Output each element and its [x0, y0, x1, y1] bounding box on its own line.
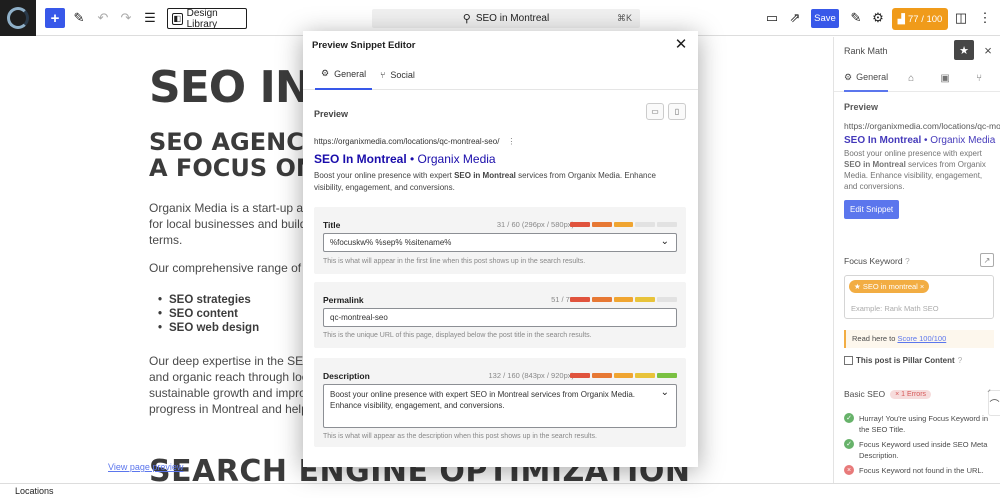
title-length-meter: [570, 222, 677, 227]
meter-segment: [657, 297, 677, 302]
title-field-label: Title: [323, 220, 341, 230]
meter-segment: [570, 297, 590, 302]
meter-segment: [657, 222, 677, 227]
snippet-description: Boost your online presence with expert S…: [314, 170, 684, 194]
meter-segment: [591, 222, 612, 227]
seo-tools-icon[interactable]: ⚙: [869, 8, 887, 28]
mobile-preview-icon[interactable]: ▯: [668, 103, 686, 120]
permalink-input[interactable]: qc-montreal-seo: [323, 308, 677, 327]
modal-title: Preview Snippet Editor: [312, 40, 416, 51]
title-input[interactable]: %focuskw% %sep% %sitename% ⌄: [323, 233, 677, 252]
edit-page-icon[interactable]: ✎: [847, 8, 865, 28]
document-overview-icon[interactable]: ☰: [142, 8, 158, 28]
tab-general-label: General: [334, 68, 367, 79]
meter-segment: [613, 222, 634, 227]
share-icon: ⑂: [380, 69, 386, 80]
block-inserter-button[interactable]: +: [45, 8, 65, 28]
meter-segment: [635, 222, 656, 227]
redo-icon[interactable]: ↷: [118, 8, 134, 28]
chevron-down-icon[interactable]: ⌄: [661, 387, 669, 398]
location-pin-icon: ⚲: [462, 13, 471, 25]
snippet-desc-part-1: Boost your online presence with expert: [314, 171, 455, 180]
tab-general[interactable]: ⚙ General: [315, 59, 372, 90]
site-logo-button[interactable]: [0, 0, 36, 36]
tab-social-label: Social: [390, 69, 415, 80]
design-library-icon: ◧: [172, 12, 183, 25]
tab-social[interactable]: ⑂ Social: [380, 59, 415, 90]
meter-segment: [613, 297, 634, 302]
description-field-group: Description 132 / 160 (843px / 920px) Bo…: [314, 358, 686, 447]
snippet-title-keyword: SEO In Montreal: [314, 152, 407, 166]
chevron-down-icon[interactable]: ⌄: [661, 236, 669, 247]
modal-tabs: ⚙ General ⑂ Social: [303, 59, 698, 90]
snippet-title-site: • Organix Media: [406, 152, 496, 166]
command-bar-text: SEO in Montreal: [475, 13, 550, 24]
description-length-count: 132 / 160 (843px / 920px): [488, 371, 574, 380]
meter-segment: [613, 373, 634, 378]
breadcrumb[interactable]: Locations: [0, 483, 1000, 498]
description-field-hint: This is what will appear as the descript…: [323, 433, 597, 440]
site-logo-icon: [7, 7, 29, 29]
external-view-icon[interactable]: ⇗: [786, 8, 804, 28]
options-menu-icon[interactable]: ⋮: [976, 8, 994, 28]
modal-header: Preview Snippet Editor ✕: [303, 31, 698, 59]
description-textarea-value: Boost your online presence with expert S…: [330, 390, 636, 410]
gear-icon: ⚙: [321, 68, 330, 78]
description-field-label: Description: [323, 371, 370, 381]
meter-segment: [657, 373, 677, 378]
description-length-meter: [570, 373, 677, 378]
save-button[interactable]: Save: [811, 9, 839, 28]
title-length-count: 31 / 60 (296px / 580px): [496, 220, 574, 229]
permalink-field-hint: This is the unique URL of this page, dis…: [323, 332, 592, 339]
command-palette-bar[interactable]: ⚲ SEO in Montreal ⌘K: [372, 9, 640, 28]
meter-segment: [591, 373, 612, 378]
snippet-desc-keyword: SEO in Montreal: [454, 171, 516, 180]
meter-segment: [635, 297, 656, 302]
design-library-label: Design Library: [186, 7, 218, 30]
rank-math-score-button[interactable]: ▟ 77 / 100: [892, 8, 948, 30]
close-icon[interactable]: ✕: [672, 35, 690, 53]
description-textarea[interactable]: Boost your online presence with expert S…: [323, 384, 677, 428]
score-label: 77 / 100: [907, 13, 943, 25]
snippet-url-text: https://organixmedia.com/locations/qc-mo…: [314, 137, 500, 146]
title-input-value: %focuskw% %sep% %sitename%: [330, 238, 452, 247]
meter-segment: [635, 373, 656, 378]
meter-segment: [591, 297, 612, 302]
permalink-field-label: Permalink: [323, 295, 364, 305]
breadcrumb-item[interactable]: Locations: [15, 486, 54, 496]
more-options-icon: ⋮: [507, 137, 516, 146]
command-shortcut: ⌘K: [616, 13, 632, 23]
preview-snippet-editor-modal: Preview Snippet Editor ✕ ⚙ General ⑂ Soc…: [303, 31, 698, 467]
tools-pen-icon[interactable]: ✎: [71, 8, 87, 28]
permalink-length-meter: [570, 297, 677, 302]
settings-sidebar-icon[interactable]: ◫: [952, 8, 970, 28]
desktop-preview-icon[interactable]: ▭: [763, 8, 781, 28]
preview-label: Preview: [314, 109, 349, 119]
design-library-button[interactable]: ◧ Design Library: [167, 7, 247, 30]
meter-segment: [570, 222, 590, 227]
undo-icon[interactable]: ↶: [95, 8, 111, 28]
title-field-hint: This is what will appear in the first li…: [323, 258, 586, 265]
desktop-preview-icon[interactable]: ▭: [646, 103, 664, 120]
title-field-group: Title 31 / 60 (296px / 580px) %focuskw% …: [314, 207, 686, 274]
score-chart-icon: ▟: [897, 13, 905, 25]
snippet-url: https://organixmedia.com/locations/qc-mo…: [314, 137, 515, 146]
meter-segment: [570, 373, 590, 378]
permalink-field-group: Permalink 51 / 75 qc-montreal-seo This i…: [314, 282, 686, 348]
permalink-input-value: qc-montreal-seo: [330, 313, 388, 322]
snippet-title: SEO In Montreal • Organix Media: [314, 152, 496, 166]
